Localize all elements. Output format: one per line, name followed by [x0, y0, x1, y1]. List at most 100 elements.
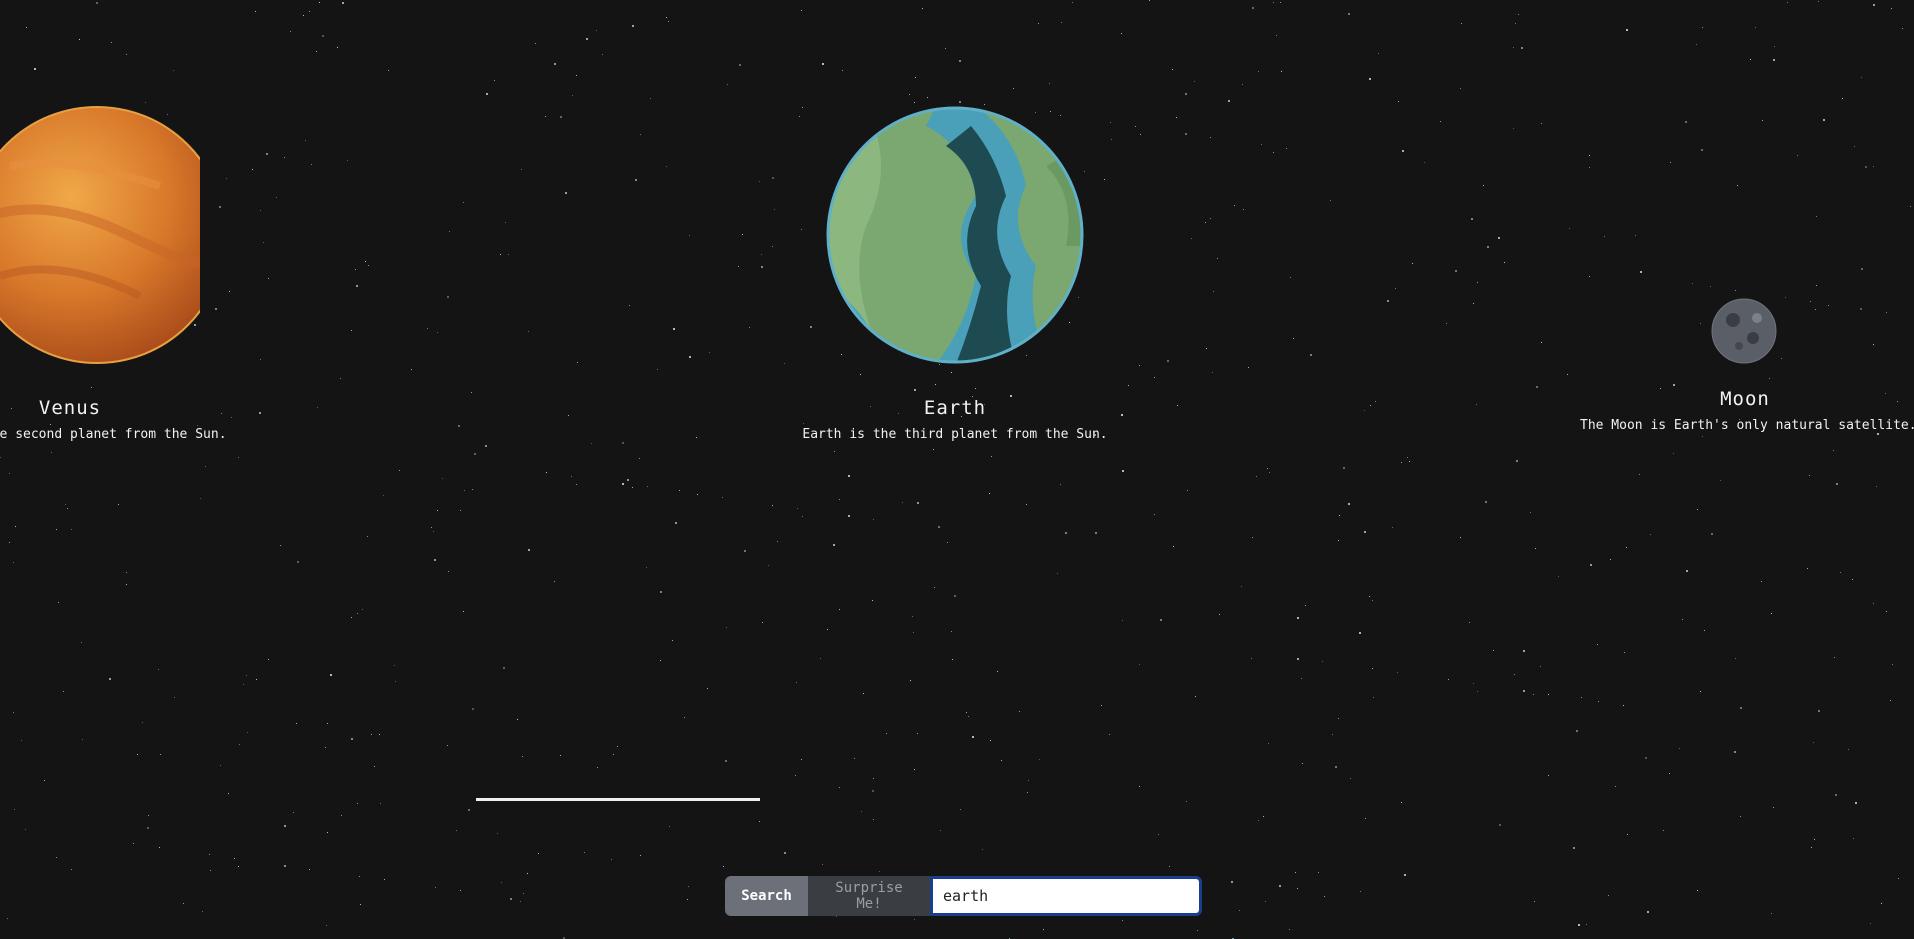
star	[528, 549, 530, 551]
star	[886, 733, 887, 734]
star	[1295, 872, 1296, 873]
star	[1191, 238, 1192, 239]
star	[1365, 818, 1366, 819]
star	[1818, 710, 1820, 712]
star	[1781, 358, 1782, 359]
star	[337, 47, 338, 48]
loading-line	[476, 798, 760, 801]
star	[25, 829, 26, 830]
star	[1280, 2, 1281, 3]
star	[111, 42, 112, 43]
star	[463, 202, 464, 203]
star	[160, 754, 161, 755]
star	[260, 210, 261, 211]
star	[1774, 46, 1775, 47]
star	[311, 164, 312, 165]
star	[9, 542, 10, 543]
star	[1286, 148, 1287, 149]
star	[1364, 410, 1365, 411]
star	[1536, 386, 1538, 388]
star	[935, 384, 936, 385]
star	[1697, 890, 1698, 891]
star	[1154, 377, 1155, 378]
star	[749, 327, 750, 328]
star	[1251, 658, 1252, 659]
star	[1541, 342, 1542, 343]
star	[347, 160, 348, 161]
star	[497, 833, 498, 834]
star	[774, 209, 775, 210]
star	[228, 793, 229, 794]
star	[1111, 139, 1112, 140]
star	[1809, 475, 1810, 476]
star	[568, 415, 569, 416]
star	[460, 890, 461, 891]
star	[380, 803, 381, 804]
earth-card[interactable]: Earth Earth is the third planet from the…	[785, 397, 1125, 442]
star	[1886, 611, 1887, 612]
star	[247, 732, 248, 733]
star	[1870, 923, 1871, 924]
space-scene: Venus Venus is the second planet from th…	[0, 0, 1914, 939]
star	[1640, 271, 1642, 273]
star	[1154, 514, 1155, 515]
star	[989, 493, 990, 494]
star	[848, 475, 850, 477]
star	[611, 859, 612, 860]
star	[565, 192, 567, 194]
star	[1855, 802, 1857, 804]
star	[1608, 895, 1609, 896]
star	[1762, 120, 1763, 121]
venus-name: Venus	[38, 397, 102, 419]
star	[1523, 690, 1525, 692]
star	[1297, 617, 1299, 619]
star	[1424, 162, 1425, 163]
search-button[interactable]: Search	[725, 876, 808, 916]
star	[597, 767, 598, 768]
star	[1135, 126, 1136, 127]
star	[1861, 77, 1862, 78]
star	[1735, 658, 1736, 659]
star	[1122, 920, 1123, 921]
star	[1573, 847, 1575, 849]
star	[640, 134, 641, 135]
star	[1310, 354, 1312, 356]
star	[268, 278, 269, 279]
star	[872, 600, 873, 601]
star	[922, 8, 923, 9]
star	[640, 855, 641, 856]
star	[1258, 71, 1259, 72]
star	[379, 734, 380, 735]
star	[726, 627, 727, 628]
star	[1243, 209, 1244, 210]
star	[1395, 288, 1396, 289]
star	[1700, 323, 1701, 324]
star	[1318, 872, 1319, 873]
star	[1440, 121, 1441, 122]
star	[586, 38, 588, 40]
star	[1771, 913, 1772, 914]
star	[1902, 28, 1903, 29]
star	[325, 747, 326, 748]
search-input[interactable]	[930, 876, 1202, 916]
star	[260, 359, 261, 360]
star	[14, 809, 15, 810]
star	[1702, 436, 1703, 437]
star	[368, 265, 369, 266]
star	[938, 526, 940, 528]
star	[1228, 100, 1230, 102]
star	[1548, 694, 1549, 695]
star	[1623, 705, 1624, 706]
star	[1019, 711, 1020, 712]
star	[810, 326, 812, 328]
star	[1697, 509, 1698, 510]
star	[1372, 600, 1373, 601]
venus-card[interactable]: Venus Venus is the second planet from th…	[0, 397, 240, 442]
star	[1750, 59, 1751, 60]
surprise-me-button[interactable]: Surprise Me!	[808, 876, 930, 916]
moon-card[interactable]: Moon The Moon is Earth's only natural sa…	[1580, 388, 1914, 433]
star	[1483, 185, 1484, 186]
star	[1833, 450, 1834, 451]
star	[7, 918, 8, 919]
star	[1407, 457, 1408, 458]
